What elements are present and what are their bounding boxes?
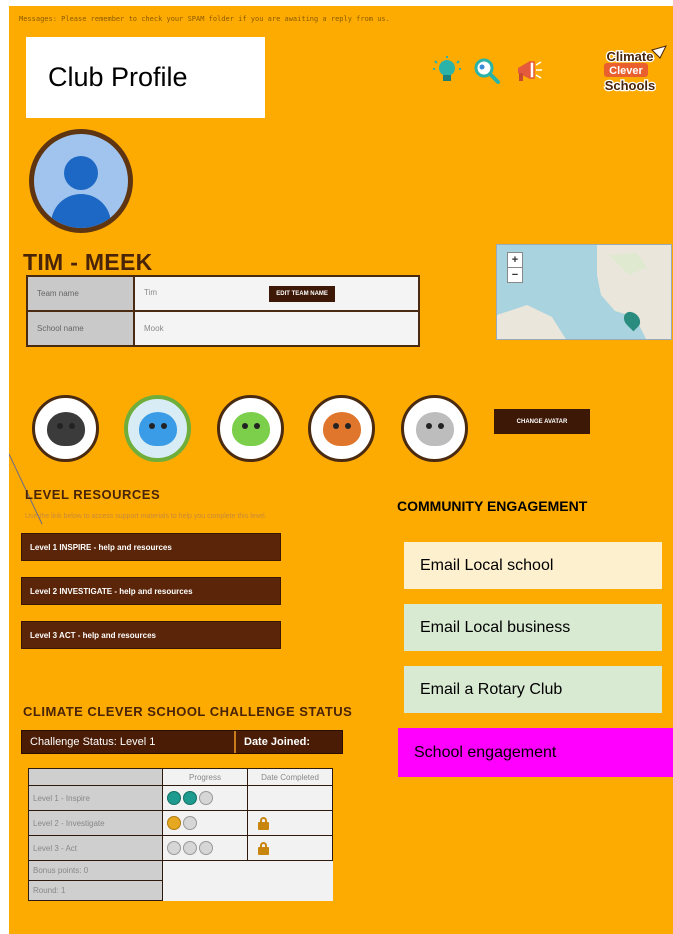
level-3-date-completed (247, 835, 333, 861)
svg-text:Clever: Clever (609, 65, 643, 77)
team-info-table: Team name Tim EDIT TEAM NAME School name… (26, 275, 420, 347)
smoke-creature-icon (46, 411, 85, 446)
magnifier-icon[interactable] (471, 56, 501, 86)
badge-pending-icon (183, 816, 197, 830)
water-creature-icon (138, 411, 177, 446)
school-engagement-button[interactable]: School engagement (398, 728, 673, 777)
avatar-option-wind[interactable] (401, 395, 468, 462)
community-engagement-heading: COMMUNITY ENGAGEMENT (397, 498, 588, 514)
badge-earned-icon (183, 791, 197, 805)
wind-creature-icon (415, 411, 454, 446)
level-1-label: Level 1 - Inspire (28, 785, 163, 811)
badge-pending-icon (183, 841, 197, 855)
email-rotary-club-button[interactable]: Email a Rotary Club (404, 666, 662, 713)
map-zoom-out-button[interactable]: − (508, 268, 522, 282)
edit-team-name-button[interactable]: EDIT TEAM NAME (269, 285, 335, 302)
map-zoom-in-button[interactable]: + (508, 253, 522, 268)
climate-clever-schools-logo[interactable]: Climate Clever Schools (586, 44, 671, 102)
badge-pending-icon (199, 791, 213, 805)
badge-pending-icon (167, 841, 181, 855)
team-name-label: Team name (26, 275, 135, 312)
location-map[interactable]: + − (496, 244, 672, 340)
level-1-date-completed (247, 785, 333, 811)
table-row: Level 1 - Inspire (28, 785, 333, 811)
svg-text:Schools: Schools (605, 78, 656, 93)
lock-icon (258, 817, 269, 830)
table-row: Bonus points: 0 (28, 860, 333, 881)
school-name-label: School name (26, 310, 135, 347)
lightbulb-icon[interactable] (432, 56, 462, 86)
profile-avatar (29, 129, 133, 233)
challenge-status-text: Challenge Status: Level 1 (22, 731, 236, 753)
table-row: Level 2 - Investigate (28, 810, 333, 836)
system-message: Messages: Please remember to check your … (19, 15, 390, 23)
user-head-icon (64, 156, 98, 190)
table-header-blank (28, 768, 163, 786)
challenge-progress-table: Progress Date Completed Level 1 - Inspir… (28, 768, 333, 901)
level-resources-subtext: Use the link below to access support mat… (25, 513, 267, 520)
fire-creature-icon (322, 411, 361, 446)
progress-column-header: Progress (162, 768, 248, 786)
change-avatar-button[interactable]: CHANGE AVATAR (494, 409, 590, 434)
badge-earned-icon (167, 816, 181, 830)
map-land (497, 245, 671, 339)
date-joined-label: Date Joined: (244, 736, 311, 748)
avatar-option-water[interactable] (124, 395, 191, 462)
school-name-value: Mook (133, 310, 420, 347)
level-1-progress (162, 785, 248, 811)
level-2-date-completed (247, 810, 333, 836)
level-3-label: Level 3 - Act (28, 835, 163, 861)
challenge-status-heading: CLIMATE CLEVER SCHOOL CHALLENGE STATUS (23, 704, 353, 719)
table-row: Level 3 - Act (28, 835, 333, 861)
level-3-resources-link[interactable]: Level 3 ACT - help and resources (21, 621, 281, 649)
avatar-option-smoke[interactable] (32, 395, 99, 462)
bonus-points: Bonus points: 0 (28, 860, 163, 881)
avatar-option-fire[interactable] (308, 395, 375, 462)
lock-icon (258, 842, 269, 855)
team-name-value: Tim (144, 287, 158, 297)
svg-text:Climate: Climate (607, 49, 654, 64)
level-3-progress (162, 835, 248, 861)
page-title: Club Profile (26, 37, 265, 118)
badge-earned-icon (167, 791, 181, 805)
level-2-label: Level 2 - Investigate (28, 810, 163, 836)
round-number: Round: 1 (28, 880, 163, 901)
level-2-resources-link[interactable]: Level 2 INVESTIGATE - help and resources (21, 577, 281, 605)
level-2-progress (162, 810, 248, 836)
table-row: Round: 1 (28, 880, 333, 901)
challenge-status-bar: Challenge Status: Level 1 Date Joined: (21, 730, 343, 754)
level-resources-heading: LEVEL RESOURCES (25, 487, 161, 502)
email-local-business-button[interactable]: Email Local business (404, 604, 662, 651)
map-zoom-control: + − (507, 252, 523, 283)
email-local-school-button[interactable]: Email Local school (404, 542, 662, 589)
team-title: TIM - MEEK (23, 249, 153, 275)
team-name-cell: Tim EDIT TEAM NAME (133, 275, 420, 312)
table-header-row: Progress Date Completed (28, 768, 333, 786)
level-1-resources-link[interactable]: Level 1 INSPIRE - help and resources (21, 533, 281, 561)
user-shoulders-icon (51, 194, 111, 228)
club-profile-page: Messages: Please remember to check your … (9, 6, 673, 934)
date-completed-column-header: Date Completed (247, 768, 333, 786)
leaf-creature-icon (231, 411, 270, 446)
avatar-option-leaf[interactable] (217, 395, 284, 462)
megaphone-icon[interactable] (514, 56, 544, 86)
badge-pending-icon (199, 841, 213, 855)
